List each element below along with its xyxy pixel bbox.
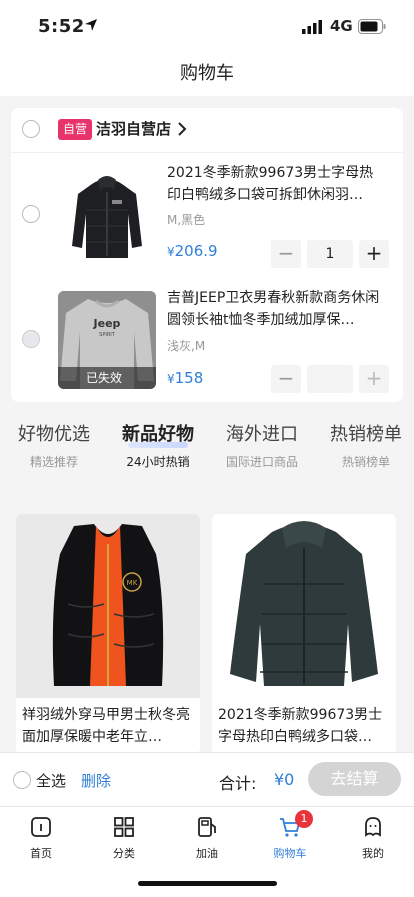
item-select-checkbox[interactable] (22, 205, 40, 223)
total-label: 合计: (219, 774, 257, 793)
tab-subtitle: 24小时热销 (126, 455, 190, 469)
tabbar-item-home[interactable]: 首页 (6, 815, 76, 861)
store-badge: 自营 (58, 119, 93, 140)
item-price: ¥158 (167, 369, 203, 387)
currency-symbol: ¥ (167, 245, 175, 259)
home-indicator (138, 881, 277, 886)
item-title[interactable]: 吉普JEEP卫衣男春秋新款商务休闲圆领长袖t恤冬季加绒加厚保… (167, 287, 385, 331)
product-card[interactable]: 2021冬季新款99673男士字母热印白鸭绒多口袋… (212, 514, 396, 754)
plus-button[interactable]: + (359, 365, 389, 393)
tabbar-item-cart[interactable]: 1 购物车 (255, 810, 325, 861)
quantity-field[interactable]: 1 (307, 240, 353, 268)
tab-title: 海外进口 (226, 424, 298, 445)
tab-title: 好物优选 (18, 424, 90, 445)
item-select-checkbox[interactable] (22, 330, 40, 348)
cart-count-badge: 1 (295, 810, 313, 828)
tab-subtitle: 国际进口商品 (225, 455, 298, 469)
product-image-jacket[interactable] (58, 166, 156, 264)
fuel-icon (198, 817, 216, 837)
tab-subtitle: 热销榜单 (341, 455, 390, 469)
category-tabs: 好物优选 精选推荐 新品好物 24小时热销 海外进口 国际进口商品 热销榜单 热… (0, 420, 414, 488)
item-spec[interactable]: 浅灰,M (167, 337, 205, 354)
price-value: 206.9 (174, 242, 218, 260)
plus-button[interactable]: + (359, 240, 389, 268)
tabbar-label: 加油 (196, 847, 218, 860)
tab-imported[interactable]: 海外进口 国际进口商品 (210, 420, 314, 472)
invalid-label: 已失效 (58, 367, 156, 389)
tabbar-item-fuel[interactable]: 加油 (172, 815, 242, 861)
tabbar-item-profile[interactable]: 我的 (338, 815, 408, 861)
tab-new-arrivals[interactable]: 新品好物 24小时热销 (106, 420, 210, 472)
minus-button[interactable]: − (271, 365, 301, 393)
item-title[interactable]: 2021冬季新款99673男士字母热印白鸭绒多口袋可拆卸休闲羽… (167, 162, 385, 206)
product-image-down-jacket[interactable] (212, 514, 396, 698)
tabbar-item-category[interactable]: 分类 (89, 815, 159, 861)
battery-icon (358, 19, 386, 34)
vest-logo-text: MK (127, 579, 138, 587)
nav-bar: 购物车 (0, 56, 414, 96)
quantity-stepper: − 1 + (271, 240, 389, 268)
select-all-checkbox[interactable] (13, 771, 31, 789)
select-all-label[interactable]: 全选 (36, 770, 66, 791)
tab-featured[interactable]: 好物优选 精选推荐 (2, 420, 106, 472)
minus-button[interactable]: − (271, 240, 301, 268)
tab-title: 新品好物 (122, 424, 194, 445)
delete-button[interactable]: 删除 (81, 770, 111, 791)
grid-icon (114, 817, 134, 837)
network-type: 4G (330, 17, 353, 35)
product-card[interactable]: MK 祥羽绒外穿马甲男士秋冬亮面加厚保暖中老年立… (16, 514, 200, 754)
total-amount: ¥0 (274, 770, 295, 789)
item-spec[interactable]: M,黑色 (167, 211, 205, 228)
item-price: ¥206.9 (167, 242, 218, 260)
tabbar-label: 首页 (30, 847, 52, 860)
product-title[interactable]: 祥羽绒外穿马甲男士秋冬亮面加厚保暖中老年立… (22, 704, 194, 748)
tabbar-label: 购物车 (273, 847, 307, 860)
checkout-bar: 全选 删除 合计: ¥0 去结算 (0, 752, 414, 807)
quantity-stepper: − 1 + (271, 365, 389, 393)
home-icon (31, 817, 51, 837)
chevron-right-icon[interactable] (177, 122, 187, 136)
cart-card: 自营 洁羽自营店 2021冬季新款99673男士字母热印白鸭绒多口袋可拆卸休闲羽… (11, 108, 403, 402)
quantity-field[interactable]: 1 (307, 365, 353, 393)
status-time: 5:52 (38, 16, 85, 37)
tabbar-label: 分类 (113, 847, 135, 860)
store-select-checkbox[interactable] (22, 120, 40, 138)
price-value: 158 (174, 369, 204, 387)
product-image-vest[interactable]: MK (16, 514, 200, 698)
tab-bar: 首页 分类 加油 1 购物车 我的 (0, 806, 414, 897)
tab-title: 热销榜单 (330, 424, 402, 445)
tab-subtitle: 精选推荐 (29, 455, 78, 469)
location-arrow-icon (85, 19, 97, 31)
store-row[interactable]: 自营 洁羽自营店 (11, 108, 403, 153)
currency-symbol: ¥ (167, 372, 175, 386)
jeep-logo-subtext: SPIRIT (99, 332, 116, 338)
status-bar: 5:52 4G (0, 0, 414, 56)
product-title[interactable]: 2021冬季新款99673男士字母热印白鸭绒多口袋… (218, 704, 390, 748)
tab-bestsellers[interactable]: 热销榜单 热销榜单 (314, 420, 414, 472)
page-title: 购物车 (180, 63, 234, 84)
store-name[interactable]: 洁羽自营店 (96, 118, 171, 140)
profile-icon (365, 817, 381, 837)
product-image-sweatshirt[interactable]: Jeep SPIRIT 已失效 (58, 291, 156, 389)
checkout-button[interactable]: 去结算 (308, 762, 401, 796)
signal-icon (302, 20, 322, 34)
tabbar-label: 我的 (362, 847, 384, 860)
jeep-logo-text: Jeep (93, 317, 121, 330)
